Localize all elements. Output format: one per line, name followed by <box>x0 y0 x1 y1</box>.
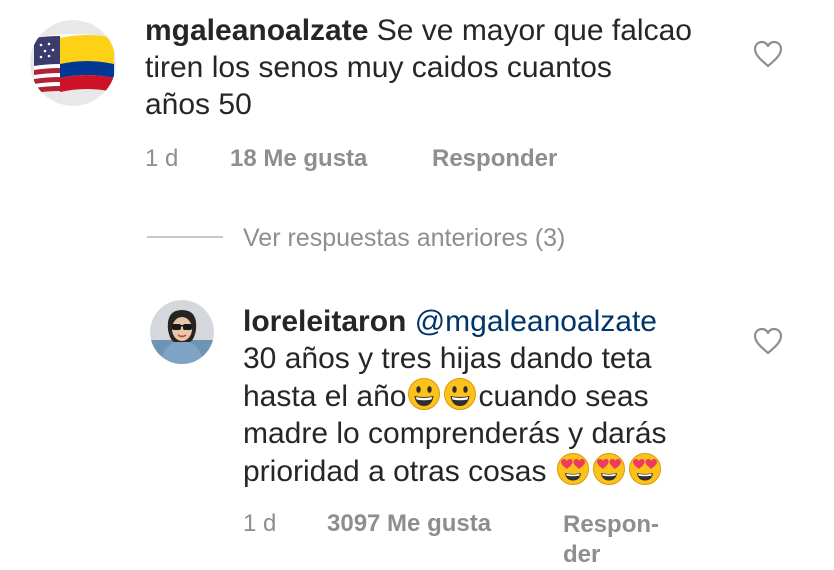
comment-body: mgaleanoalzate Se ve mayor que falcao ti… <box>145 12 745 123</box>
heart-eyes-emoji-icon <box>628 453 661 485</box>
comment-text: madre lo comprenderás y darás <box>243 417 667 450</box>
view-replies-link[interactable]: Ver respuestas anteriores (3) <box>243 224 565 253</box>
grinning-face-emoji-icon <box>408 378 441 410</box>
avatar[interactable] <box>30 20 116 106</box>
like-count[interactable]: 18 Me gusta <box>230 145 367 173</box>
comment-text: Se ve mayor que falcao <box>376 14 692 47</box>
comment-age-text: 1 d <box>243 510 277 537</box>
like-count[interactable]: 3097 Me gusta <box>327 510 491 538</box>
comment-text: 30 años y tres hijas dando teta <box>243 342 652 375</box>
comment-username[interactable]: loreleitaron <box>243 305 406 338</box>
comment-age: 1 d <box>243 510 276 538</box>
mention-link[interactable]: @mgaleanoalzate <box>415 305 657 338</box>
grinning-face-emoji-icon <box>444 378 477 410</box>
reply-button[interactable]: Respon- der <box>563 510 659 570</box>
flag-avatar-icon <box>30 20 116 106</box>
heart-icon[interactable] <box>753 327 783 360</box>
comment-meta: 1 d <box>145 145 178 173</box>
reply-label: der <box>563 541 601 568</box>
avatar[interactable] <box>150 300 214 364</box>
comment-username[interactable]: mgaleanoalzate <box>145 14 368 47</box>
heart-eyes-emoji-icon <box>592 453 625 485</box>
profile-photo-icon <box>150 300 214 364</box>
heart-icon[interactable] <box>753 40 783 73</box>
comment-text: hasta el año <box>243 380 407 413</box>
comment-text: cuando seas <box>478 380 649 413</box>
comment-text: tiren los senos muy caidos cuantos <box>145 51 612 84</box>
comment-text: años 50 <box>145 88 252 121</box>
comment-text: prioridad a otras cosas <box>243 455 547 488</box>
comment-age: 1 d <box>145 145 179 172</box>
divider-line <box>147 236 223 238</box>
heart-eyes-emoji-icon <box>556 453 589 485</box>
reply-label: Respon- <box>563 511 659 538</box>
comment-body: loreleitaron @mgaleanoalzate 30 años y t… <box>243 303 743 490</box>
reply-button[interactable]: Responder <box>432 145 557 173</box>
